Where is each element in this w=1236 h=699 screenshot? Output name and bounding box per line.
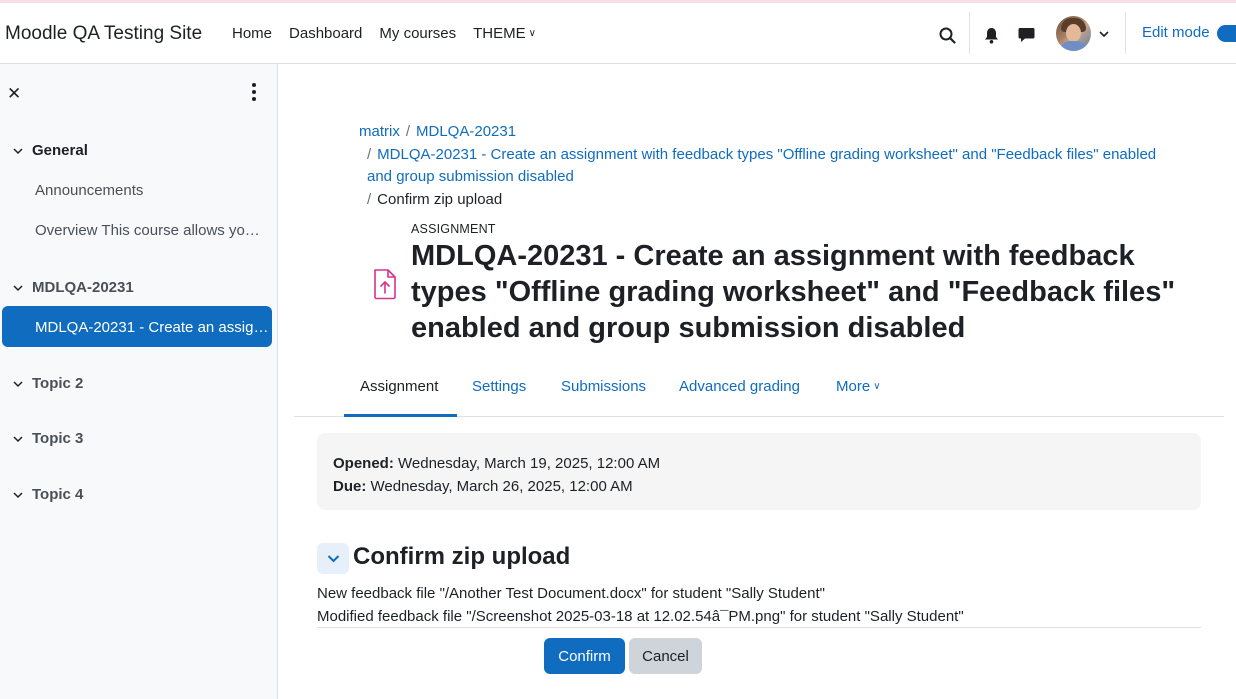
course-item-current-assignment[interactable]: MDLQA-20231 - Create an assignment with … bbox=[2, 306, 272, 347]
user-avatar[interactable] bbox=[1056, 16, 1091, 51]
course-item-overview[interactable]: Overview This course allows you to... bbox=[35, 222, 265, 239]
chevron-down-icon bbox=[13, 283, 23, 293]
drawer-options-kebab-icon[interactable] bbox=[244, 81, 264, 103]
tab-submissions[interactable]: Submissions bbox=[561, 364, 646, 417]
nav-my-courses[interactable]: My courses bbox=[379, 25, 456, 42]
course-index-drawer: ✕ General Announcements Overview This co… bbox=[0, 64, 278, 699]
activity-dates-panel: Opened: Wednesday, March 19, 2025, 12:00… bbox=[317, 433, 1201, 510]
chevron-down-icon: ∨ bbox=[873, 381, 881, 392]
divider bbox=[317, 627, 1201, 628]
feedback-message-new: New feedback file "/Another Test Documen… bbox=[317, 585, 825, 602]
navbar-divider-2 bbox=[1125, 12, 1126, 54]
section-label: Topic 4 bbox=[32, 486, 84, 503]
site-brand[interactable]: Moodle QA Testing Site bbox=[5, 23, 202, 45]
section-label: MDLQA-20231 bbox=[32, 279, 134, 296]
section-general[interactable]: General bbox=[0, 142, 278, 159]
breadcrumb-link-matrix[interactable]: matrix bbox=[359, 123, 400, 140]
section-topic-2[interactable]: Topic 2 bbox=[0, 375, 278, 392]
tab-more-label: More bbox=[836, 378, 871, 395]
chevron-down-icon bbox=[327, 555, 339, 563]
due-label: Due: bbox=[333, 478, 367, 495]
primary-navigation: Home Dashboard My courses THEME ∨ bbox=[232, 25, 553, 42]
page-title: MDLQA-20231 - Create an assignment with … bbox=[411, 240, 1176, 344]
cancel-button[interactable]: Cancel bbox=[629, 638, 702, 674]
chevron-down-icon bbox=[13, 434, 23, 444]
breadcrumb-link-course[interactable]: MDLQA-20231 bbox=[416, 123, 516, 140]
notifications-bell-icon[interactable] bbox=[982, 25, 1000, 45]
activity-type-label: ASSIGNMENT bbox=[411, 222, 496, 236]
collapse-section-button[interactable] bbox=[317, 543, 349, 574]
section-label: Topic 2 bbox=[32, 375, 84, 392]
feedback-message-modified: Modified feedback file "/Screenshot 2025… bbox=[317, 608, 964, 625]
edit-mode-label[interactable]: Edit mode bbox=[1142, 24, 1210, 41]
confirm-button[interactable]: Confirm bbox=[544, 638, 625, 674]
breadcrumb-current: Confirm zip upload bbox=[377, 190, 503, 208]
chevron-down-icon bbox=[13, 146, 23, 156]
tab-more-dropdown[interactable]: More ∨ bbox=[836, 364, 881, 417]
messages-chat-icon[interactable] bbox=[1016, 25, 1036, 45]
opened-label: Opened: bbox=[333, 455, 394, 472]
user-menu-chevron-down-icon[interactable] bbox=[1097, 27, 1111, 41]
course-item-announcements[interactable]: Announcements bbox=[35, 182, 265, 199]
nav-theme-label: THEME bbox=[473, 25, 526, 42]
section-topic-4[interactable]: Topic 4 bbox=[0, 486, 278, 503]
section-label: Topic 3 bbox=[32, 430, 84, 447]
breadcrumb: matrix / MDLQA-20231 /MDLQA-20231 - Create… bbox=[359, 121, 1159, 211]
chevron-down-icon bbox=[13, 490, 23, 500]
due-value: Wednesday, March 26, 2025, 12:00 AM bbox=[370, 478, 633, 495]
assignment-upload-icon bbox=[371, 268, 399, 300]
search-icon[interactable] bbox=[937, 25, 957, 45]
chevron-down-icon bbox=[13, 379, 23, 389]
breadcrumb-link-assignment[interactable]: MDLQA-20231 - Create an assignment with … bbox=[367, 146, 1156, 186]
nav-theme-dropdown[interactable]: THEME ∨ bbox=[473, 25, 536, 42]
breadcrumb-separator: / bbox=[367, 190, 372, 208]
secondary-navigation-tabs: Assignment Settings Submissions Advanced… bbox=[294, 364, 1224, 417]
tab-assignment[interactable]: Assignment bbox=[344, 364, 457, 417]
nav-home[interactable]: Home bbox=[232, 25, 272, 42]
breadcrumb-separator: / bbox=[367, 145, 372, 163]
confirm-zip-upload-heading: Confirm zip upload bbox=[353, 543, 571, 570]
section-topic-3[interactable]: Topic 3 bbox=[0, 430, 278, 447]
breadcrumb-separator: / bbox=[405, 123, 411, 140]
opened-date-row: Opened: Wednesday, March 19, 2025, 12:00… bbox=[333, 452, 1185, 475]
opened-value: Wednesday, March 19, 2025, 12:00 AM bbox=[398, 455, 661, 472]
close-drawer-icon[interactable]: ✕ bbox=[7, 84, 21, 104]
section-mdlqa-20231[interactable]: MDLQA-20231 bbox=[0, 279, 278, 296]
top-navbar: Moodle QA Testing Site Home Dashboard My… bbox=[0, 3, 1236, 64]
section-label: General bbox=[32, 142, 88, 159]
chevron-down-icon: ∨ bbox=[528, 28, 536, 39]
navbar-divider bbox=[969, 12, 970, 54]
due-date-row: Due: Wednesday, March 26, 2025, 12:00 AM bbox=[333, 475, 1185, 498]
tab-advanced-grading[interactable]: Advanced grading bbox=[679, 364, 800, 417]
tab-settings[interactable]: Settings bbox=[472, 364, 526, 417]
nav-dashboard[interactable]: Dashboard bbox=[289, 25, 362, 42]
edit-mode-toggle[interactable] bbox=[1217, 25, 1236, 42]
